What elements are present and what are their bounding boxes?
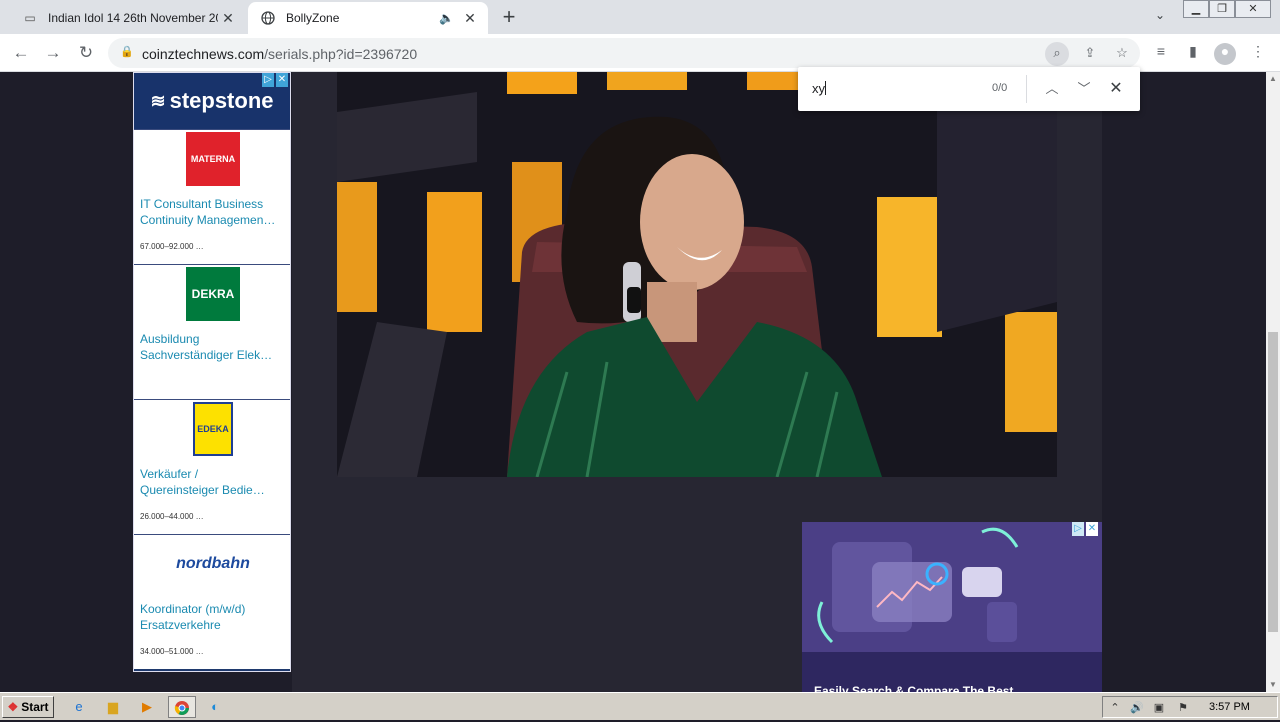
ad-caption: Easily Search & Compare The Best xyxy=(814,684,1014,692)
materna-logo: MATERNA xyxy=(186,132,240,186)
divider xyxy=(1026,75,1027,103)
dekra-logo: DEKRA xyxy=(186,267,240,321)
globe-icon xyxy=(260,10,276,26)
salary-text: 67.000–92.000 … xyxy=(140,242,204,251)
star-icon[interactable]: ☆ xyxy=(1112,44,1132,64)
page-icon: ▭ xyxy=(24,11,36,25)
window-close-button[interactable]: ✕ xyxy=(1235,0,1271,18)
maximize-button[interactable]: ❐ xyxy=(1209,0,1235,18)
scroll-up-icon[interactable]: ▲ xyxy=(1266,72,1280,86)
edeka-logo: EDEKA xyxy=(193,402,233,456)
folder-icon[interactable]: ▆ xyxy=(102,697,124,717)
profile-avatar[interactable]: ● xyxy=(1214,43,1236,65)
chevron-up-icon[interactable]: ︿ xyxy=(1042,79,1062,99)
system-tray: ⌃ 🔊 ▣ ⚑ 3:57 PM xyxy=(1102,696,1278,718)
salary-text: 34.000–51.000 … xyxy=(140,647,204,656)
url-text[interactable]: coinztechnews.com/serials.php?id=2396720 xyxy=(142,46,417,62)
tab-indian-idol[interactable]: ▭ Indian Idol 14 26th November 2023 ✕ xyxy=(10,2,246,34)
tab-strip: ▭ Indian Idol 14 26th November 2023 ✕ Bo… xyxy=(0,0,1280,34)
find-match-count: 0/0 xyxy=(992,82,1008,94)
job-title-link[interactable]: Verkäufer / Quereinsteiger Bedie… xyxy=(140,466,288,498)
close-icon[interactable]: ✕ xyxy=(460,8,480,28)
reload-icon[interactable]: ↻ xyxy=(75,42,97,64)
side-panel-icon[interactable]: ▮ xyxy=(1182,43,1204,65)
zoom-lens-icon[interactable]: ⌕ xyxy=(1045,42,1069,66)
windows-logo-icon: ❖ xyxy=(7,700,19,714)
job-ad-item[interactable]: nordbahn Koordinator (m/w/d) Ersatzverkeh… xyxy=(134,534,290,669)
tab-title: Indian Idol 14 26th November 2023 xyxy=(48,11,218,25)
adchoices-icon[interactable]: ▷ xyxy=(1072,522,1084,536)
chevron-down-icon[interactable]: ⌄ xyxy=(1150,8,1170,26)
job-title-link[interactable]: IT Consultant Business Continuity Managem… xyxy=(140,196,288,228)
speaker-icon[interactable]: 🔈 xyxy=(439,11,454,25)
minimize-button[interactable]: ▁ xyxy=(1183,0,1209,18)
scroll-down-icon[interactable]: ▼ xyxy=(1266,678,1280,692)
network-icon[interactable]: ▣ xyxy=(1151,700,1167,716)
chevron-up-icon[interactable]: ⌃ xyxy=(1107,700,1123,716)
internet-explorer-icon[interactable]: e xyxy=(68,697,90,717)
address-bar[interactable]: 🔒 coinztechnews.com/serials.php?id=23967… xyxy=(108,38,1140,68)
trading-chart-illustration xyxy=(802,522,1102,692)
video-player[interactable] xyxy=(337,72,1057,477)
salary-text: 26.000–44.000 … xyxy=(140,512,204,521)
job-title-link[interactable]: Ausbildung Sachverständiger Elek… xyxy=(140,331,288,363)
chevron-down-icon[interactable]: ﹀ xyxy=(1074,79,1094,99)
close-icon[interactable]: ✕ xyxy=(1106,79,1126,99)
lock-icon[interactable]: 🔒 xyxy=(120,45,134,58)
nordbahn-logo: nordbahn xyxy=(176,555,250,572)
back-arrow-icon[interactable]: ← xyxy=(10,42,32,64)
tab-title: BollyZone xyxy=(286,11,340,25)
media-player-icon[interactable]: ▶ xyxy=(136,697,158,717)
page-scrollbar[interactable]: ▲ ▼ xyxy=(1266,72,1280,692)
job-title-link[interactable]: Koordinator (m/w/d) Ersatzverkehre xyxy=(140,601,288,633)
close-icon[interactable]: ✕ xyxy=(218,8,238,28)
job-ad-item[interactable]: DEKRA Ausbildung Sachverständiger Elek… xyxy=(134,264,290,399)
start-button[interactable]: ❖ Start xyxy=(2,696,54,718)
anyrun-watermark: ANY RUN xyxy=(1040,684,1247,692)
adchoices-icon[interactable]: ▷ xyxy=(262,73,274,87)
video-frame-image xyxy=(337,72,1057,477)
edge-icon[interactable]: ◐ xyxy=(204,697,226,717)
windows-taskbar: ❖ Start e ▆ ▶ ◐ ⌃ 🔊 ▣ ⚑ 3:57 PM xyxy=(0,692,1280,720)
chrome-icon[interactable] xyxy=(168,696,196,718)
web-page: ▷ ✕ ≋ stepstone MATERNA IT Consultant Bu… xyxy=(0,72,1266,692)
job-ad-item[interactable]: MATERNA IT Consultant Business Continuity… xyxy=(134,129,290,264)
taskbar-clock: 3:57 PM xyxy=(1209,701,1250,713)
trading-ad-banner[interactable]: ▷ ✕ Easily Search & Compare The Best xyxy=(802,522,1102,692)
menu-icon[interactable]: ⋮ xyxy=(1247,43,1269,65)
tab-bollyzone[interactable]: BollyZone 🔈 ✕ xyxy=(248,2,488,34)
media-control-icon[interactable]: ≡ xyxy=(1150,43,1172,65)
scrollbar-thumb[interactable] xyxy=(1268,332,1278,632)
find-in-page-bar: xy 0/0 ︿ ﹀ ✕ xyxy=(798,67,1140,111)
find-input[interactable]: xy xyxy=(812,81,826,96)
share-icon[interactable]: ⇪ xyxy=(1080,44,1100,64)
new-tab-button[interactable]: + xyxy=(498,6,520,29)
close-ad-icon[interactable]: ✕ xyxy=(276,73,288,87)
forward-arrow-icon[interactable]: → xyxy=(42,42,64,64)
flag-icon[interactable]: ⚑ xyxy=(1175,700,1191,716)
volume-icon[interactable]: 🔊 xyxy=(1129,700,1145,716)
close-ad-icon[interactable]: ✕ xyxy=(1086,522,1098,536)
job-ad-item[interactable]: EDEKA Verkäufer / Quereinsteiger Bedie… 2… xyxy=(134,399,290,534)
job-ad-column[interactable]: ▷ ✕ ≋ stepstone MATERNA IT Consultant Bu… xyxy=(133,72,291,672)
stepstone-mark-icon: ≋ xyxy=(150,90,166,111)
